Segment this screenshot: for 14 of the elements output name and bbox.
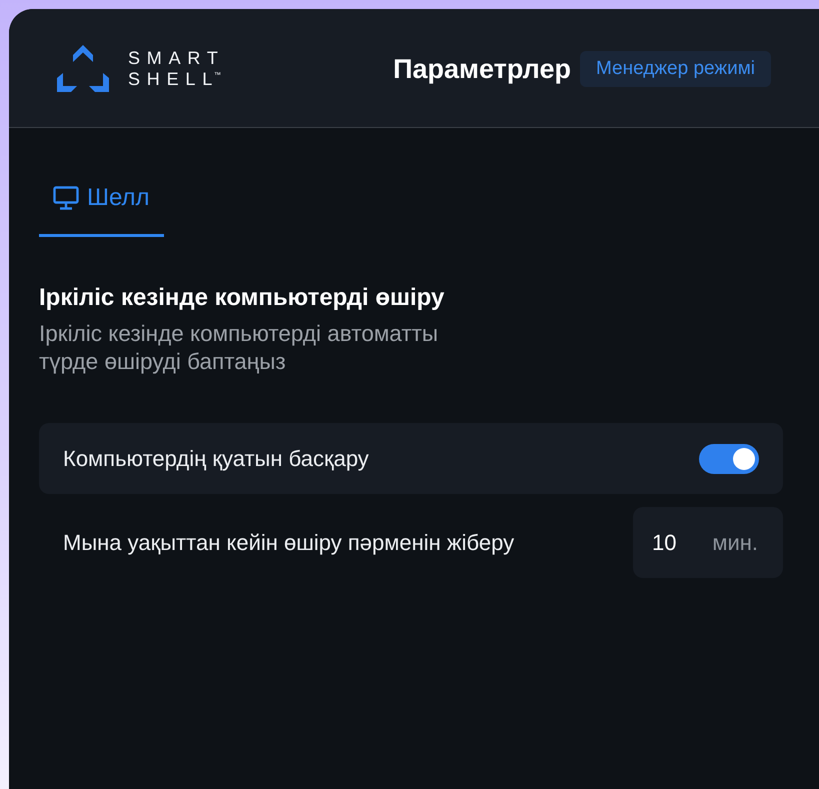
page-title: Параметрлер xyxy=(393,52,571,86)
logo-text: SMART xyxy=(128,50,225,67)
power-toggle[interactable] xyxy=(699,444,759,474)
monitor-icon xyxy=(53,186,79,210)
minutes-field[interactable]: 10 мин. xyxy=(633,507,783,578)
tab[interactable]: Шелл xyxy=(39,172,164,237)
logo-icon xyxy=(57,45,109,93)
value-input[interactable]: 10 xyxy=(652,526,680,559)
section-description: Іркіліс кезінде компьютерді автоматты түрде өшіруді баптаңыз xyxy=(39,320,440,376)
setting-label: Компьютердің қуатын басқару xyxy=(63,444,369,472)
unit-label: мин. xyxy=(712,529,758,557)
setting-label: Мына уақыттан кейін өшіру пәрменін жіберу xyxy=(63,528,514,556)
section-title: Іркіліс кезінде компьютерді өшіру xyxy=(39,284,446,312)
mode-badge[interactable]: Менеджер режимі xyxy=(580,51,771,87)
